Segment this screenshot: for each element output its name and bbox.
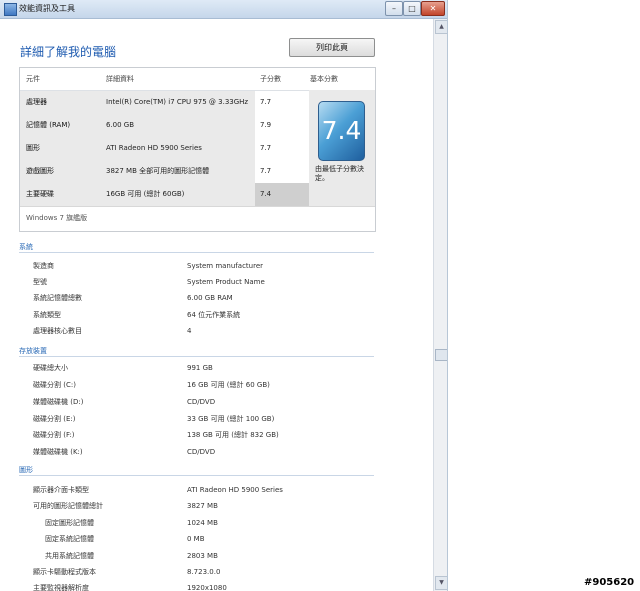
list-item: 固定系統記憶體 0 MB	[45, 535, 205, 543]
storage-section: 存放裝置 硬碟總大小 991 GB 磁碟分割 (C:) 16 GB 可用 (總計 6…	[19, 346, 374, 456]
title-bar: 效能資訊及工具 – □ ✕	[0, 0, 447, 19]
edition-text: Windows 7 旗艦版	[26, 214, 88, 222]
base-score-panel: 7.4 由最低子分數決定。	[309, 90, 375, 205]
list-item: 可用的圖形記憶體總計 3827 MB	[33, 502, 218, 510]
list-item: 系統記憶體總數 6.00 GB RAM	[33, 294, 233, 302]
score-table: 元件 詳細資料 子分數 基本分數 處理器 Intel(R) Core(TM) i…	[19, 67, 376, 232]
list-item: 處理器核心數目 4	[33, 327, 192, 335]
scroll-up-icon[interactable]: ▲	[435, 20, 447, 34]
maximize-button[interactable]: □	[403, 1, 421, 16]
component-detail: 6.00 GB	[106, 121, 135, 129]
component-detail: Intel(R) Core(TM) i7 CPU 975 @ 3.33GHz	[106, 98, 249, 106]
column-header: 基本分數	[310, 75, 338, 83]
close-button[interactable]: ✕	[421, 1, 445, 16]
list-item: 型號 System Product Name	[33, 278, 265, 286]
windows-edition: Windows 7 旗艦版	[20, 206, 375, 231]
component-name: 主要硬碟	[26, 190, 54, 198]
list-item: 共用系統記憶體 2803 MB	[45, 552, 218, 560]
list-item: 磁碟分割 (F:) 138 GB 可用 (總計 832 GB)	[33, 431, 279, 439]
list-item: 主要監視器解析度 1920x1080	[33, 584, 227, 591]
scroll-thumb[interactable]	[435, 349, 447, 361]
section-heading: 圖形	[19, 465, 374, 476]
page-title: 詳細了解我的電腦	[20, 45, 117, 59]
component-name: 處理器	[26, 98, 47, 106]
component-detail: 16GB 可用 (總計 60GB)	[106, 190, 185, 198]
base-score-value: 7.4	[321, 116, 362, 145]
column-header: 子分數	[260, 75, 281, 83]
base-score-badge: 7.4	[318, 101, 365, 161]
column-header: 元件	[26, 75, 40, 83]
scroll-down-icon[interactable]: ▼	[435, 576, 447, 590]
column-header: 詳細資料	[106, 75, 134, 83]
performance-window: 效能資訊及工具 – □ ✕ 詳細了解我的電腦 列印此頁 元件 詳細資料 子分數 …	[0, 0, 448, 591]
main-content: 詳細了解我的電腦 列印此頁 元件 詳細資料 子分數 基本分數 處理器 Intel…	[0, 19, 433, 591]
component-name: 記憶體 (RAM)	[26, 121, 71, 129]
list-item: 媒體磁碟機 (D:) CD/DVD	[33, 398, 216, 406]
section-heading: 存放裝置	[19, 346, 374, 357]
subscore: 7.9	[260, 121, 272, 129]
table-header: 元件 詳細資料 子分數 基本分數	[20, 68, 375, 91]
window-title: 效能資訊及工具	[19, 4, 75, 13]
list-item: 硬碟總大小 991 GB	[33, 364, 213, 372]
vertical-scrollbar[interactable]: ▲ ▼	[433, 19, 447, 591]
graphics-section: 圖形 顯示器介面卡類型 ATI Radeon HD 5900 Series 可用的…	[19, 465, 374, 591]
subscore: 7.7	[260, 167, 272, 175]
component-detail: 3827 MB 全部可用的圖形記憶體	[106, 167, 210, 175]
watermark-id: #905620	[584, 577, 635, 588]
print-button[interactable]: 列印此頁	[289, 38, 375, 57]
list-item: 系統類型 64 位元作業系統	[33, 311, 241, 319]
component-name: 遊戲圖形	[26, 167, 54, 175]
subscore: 7.7	[260, 144, 272, 152]
subscore: 7.4	[260, 190, 272, 198]
list-item: 顯示卡驅動程式版本 8.723.0.0	[33, 568, 221, 576]
component-detail: ATI Radeon HD 5900 Series	[106, 144, 202, 152]
list-item: 製造商 System manufacturer	[33, 262, 264, 270]
app-icon	[4, 3, 17, 16]
section-heading: 系統	[19, 242, 374, 253]
system-section: 系統 製造商 System manufacturer 型號 System Produ…	[19, 242, 374, 335]
base-score-note: 由最低子分數決定。	[315, 165, 364, 182]
list-item: 磁碟分割 (C:) 16 GB 可用 (總計 60 GB)	[33, 381, 270, 389]
list-item: 顯示器介面卡類型 ATI Radeon HD 5900 Series	[33, 486, 283, 494]
component-name: 圖形	[26, 144, 40, 152]
list-item: 媒體磁碟機 (K:) CD/DVD	[33, 448, 216, 456]
minimize-button[interactable]: –	[385, 1, 403, 16]
list-item: 固定圖形記憶體 1024 MB	[45, 519, 218, 527]
list-item: 磁碟分割 (E:) 33 GB 可用 (總計 100 GB)	[33, 415, 275, 423]
subscore: 7.7	[260, 98, 272, 106]
